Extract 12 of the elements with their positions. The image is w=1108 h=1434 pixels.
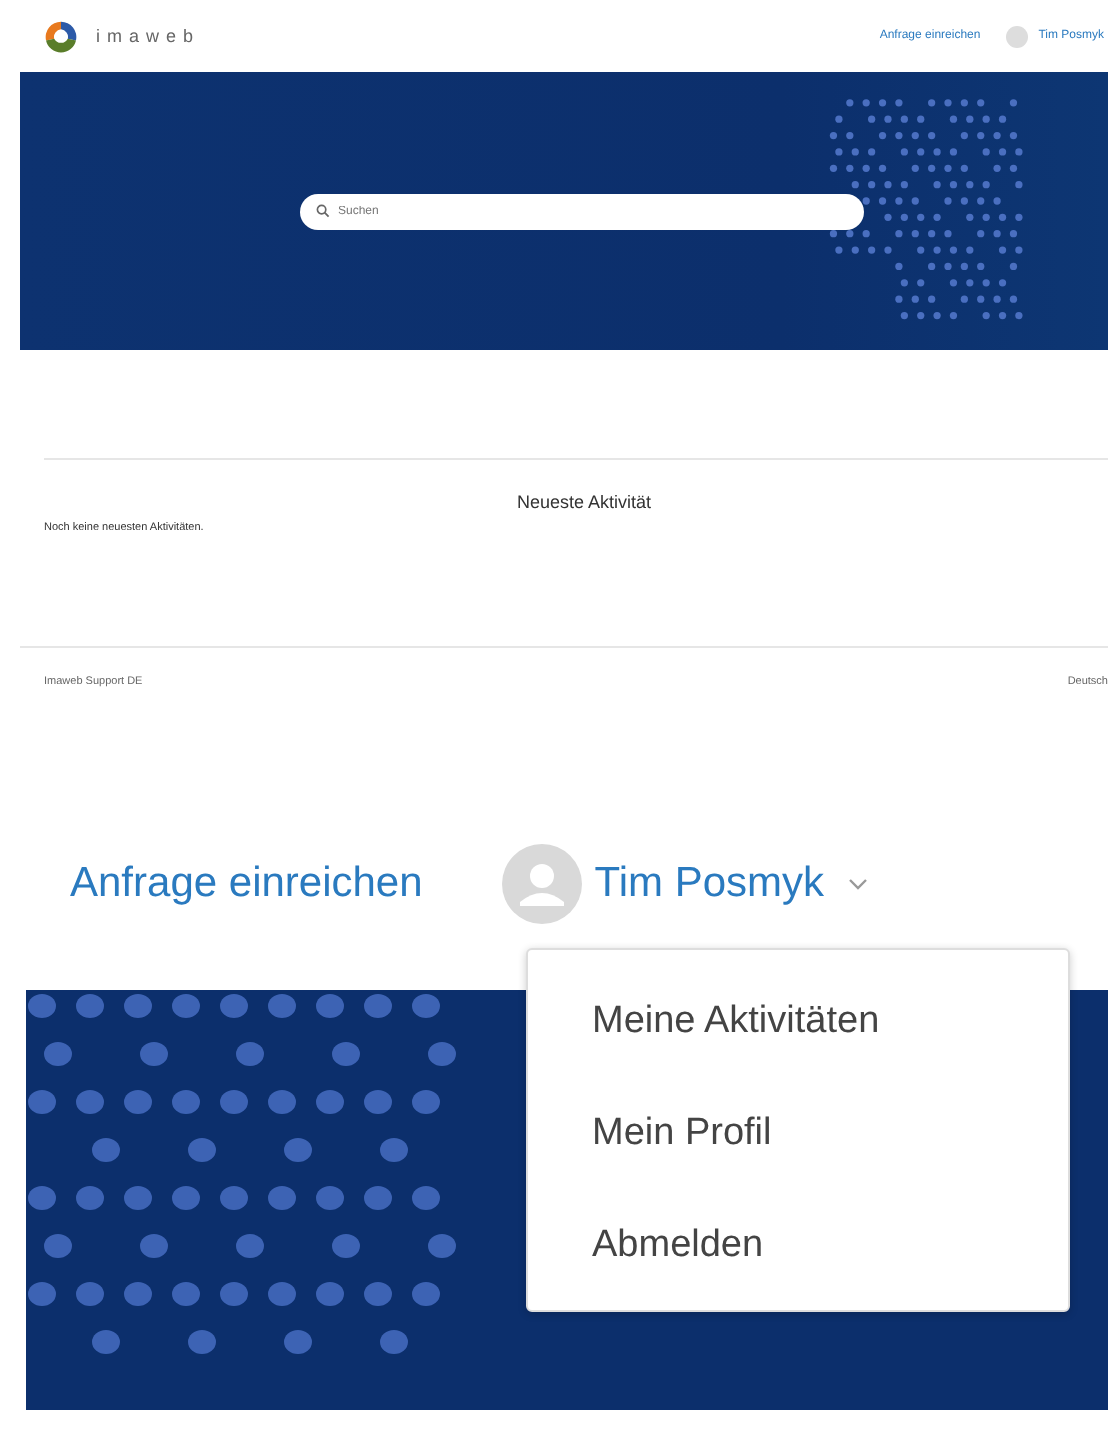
- menu-item[interactable]: Abmelden: [528, 1226, 1068, 1266]
- logo-icon: [44, 19, 78, 53]
- menu-item[interactable]: Meine Aktivitäten: [528, 1002, 1068, 1114]
- logo-text: imaweb: [96, 26, 201, 46]
- avatar-icon: [502, 844, 583, 924]
- search-icon: [316, 204, 330, 218]
- user-menu-link[interactable]: Tim Posmyk: [594, 860, 825, 908]
- menu-item[interactable]: Mein Profil: [528, 1114, 1068, 1226]
- section-title: Neueste Aktivität: [514, 492, 654, 512]
- avatar-icon: [1006, 25, 1029, 47]
- submit-request-link[interactable]: Anfrage einreichen: [70, 860, 423, 908]
- chevron-down-icon: [848, 878, 869, 890]
